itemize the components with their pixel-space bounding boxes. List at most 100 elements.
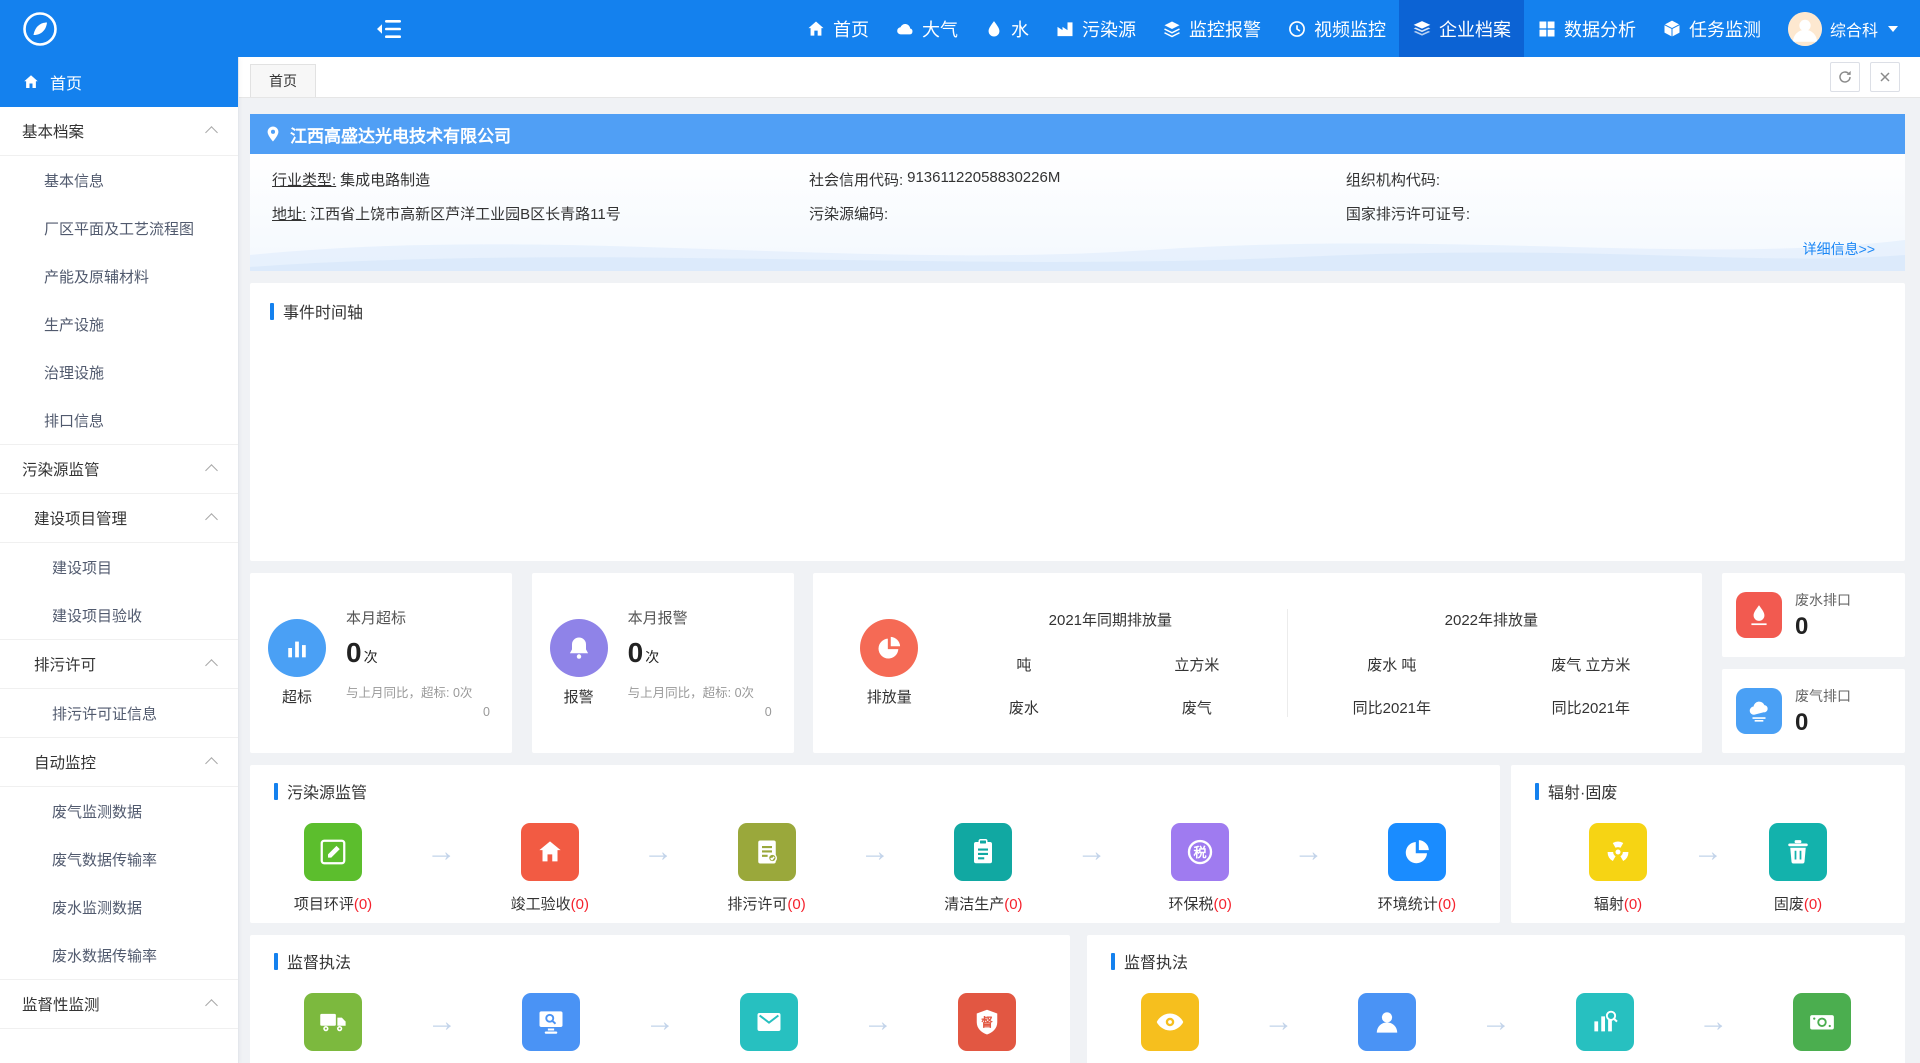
- sidebar-item-home[interactable]: 首页: [0, 57, 238, 107]
- flow-item-project-eia[interactable]: 项目环评(0): [290, 823, 376, 914]
- house-icon: [521, 823, 579, 881]
- sidebar-item-basic-info[interactable]: 基本信息: [0, 156, 238, 204]
- chevron-up-icon: [205, 659, 218, 672]
- enforcement-item-1[interactable]: [290, 993, 376, 1051]
- sidebar-group-basic-archives[interactable]: 基本档案: [0, 107, 238, 156]
- sidebar-group-construction-project-mgmt[interactable]: 建设项目管理: [0, 494, 238, 543]
- nav-item-pollution-source[interactable]: 污染源: [1042, 0, 1149, 57]
- truck-icon: [304, 993, 362, 1051]
- nav-item-data-analysis[interactable]: 数据分析: [1524, 0, 1649, 57]
- emission-2022-water: 废水 吨 同比2021年: [1292, 654, 1491, 718]
- sidebar-group-auto-monitoring[interactable]: 自动监控: [0, 737, 238, 787]
- sidebar-item-capacity-materials[interactable]: 产能及原辅材料: [0, 252, 238, 300]
- arrow-right-icon: →: [1430, 993, 1561, 1051]
- svg-text:督: 督: [981, 1015, 993, 1029]
- sidebar-item-gas-monitoring-data[interactable]: 废气监测数据: [0, 787, 238, 835]
- home-icon: [806, 19, 826, 39]
- flow-item-env-tax[interactable]: 税 环保税(0): [1157, 823, 1243, 914]
- sidebar-item-outlet-info[interactable]: 排口信息: [0, 396, 238, 444]
- enforcement-item-3[interactable]: [726, 993, 812, 1051]
- flow-item-solid-waste[interactable]: 固废(0): [1755, 823, 1841, 914]
- sidebar-item-production-facilities[interactable]: 生产设施: [0, 300, 238, 348]
- alarm-compare: 与上月同比，超标: 0次: [628, 682, 776, 701]
- flow-item-discharge-permit[interactable]: 排污许可(0): [724, 823, 810, 914]
- gas-outlet-icon: [1736, 688, 1782, 734]
- sidebar-group-discharge-permit[interactable]: 排污许可: [0, 639, 238, 689]
- field-credit-code: 社会信用代码: 91361122058830226M: [809, 169, 1346, 190]
- enforcement-item-4[interactable]: 督: [944, 993, 1030, 1051]
- wastewater-outlet-card: 废水排口 0: [1722, 573, 1905, 657]
- sidebar-group-pollution-supervision[interactable]: 污染源监管: [0, 444, 238, 494]
- sidebar-group-supervisory-monitoring[interactable]: 监督性监测: [0, 979, 238, 1029]
- archive-layers-icon: [1412, 19, 1432, 39]
- nav-item-air[interactable]: 大气: [882, 0, 971, 57]
- nav-item-video-monitor[interactable]: 视频监控: [1274, 0, 1399, 57]
- factory-icon: [1055, 19, 1075, 39]
- svg-text:税: 税: [1194, 844, 1207, 860]
- enforcement-item-7[interactable]: [1562, 993, 1648, 1051]
- tab-home[interactable]: 首页: [250, 64, 316, 97]
- refresh-button[interactable]: [1830, 62, 1860, 92]
- chevron-up-icon: [205, 126, 218, 139]
- nav-item-water[interactable]: 水: [971, 0, 1042, 57]
- sidebar-item-construction-acceptance[interactable]: 建设项目验收: [0, 591, 238, 639]
- pollution-flow-card: 污染源监管 项目环评(0) →: [250, 765, 1500, 923]
- enforcement-row: 监督执法 → →: [250, 935, 1905, 1063]
- arrow-right-icon: →: [1648, 993, 1779, 1051]
- radiation-icon: [1589, 823, 1647, 881]
- field-org-code: 组织机构代码:: [1346, 169, 1883, 190]
- sidebar-item-water-monitoring-data[interactable]: 废水监测数据: [0, 883, 238, 931]
- user-avatar: [1788, 12, 1822, 46]
- flow-item-completion-acceptance[interactable]: 竣工验收(0): [507, 823, 593, 914]
- enforcement-item-2[interactable]: [508, 993, 594, 1051]
- shield-badge-icon: 督: [958, 993, 1016, 1051]
- detail-info-link[interactable]: 详细信息>>: [272, 237, 1883, 265]
- clipboard-icon: [954, 823, 1012, 881]
- radiation-solid-waste-card: 辐射·固废 辐射(0) →: [1511, 765, 1905, 923]
- sidebar-collapse-icon[interactable]: [376, 18, 402, 40]
- field-permit-number: 国家排污许可证号:: [1346, 203, 1883, 224]
- nav-item-home[interactable]: 首页: [793, 0, 882, 57]
- overrun-title: 本月超标: [346, 607, 494, 628]
- arrow-right-icon: →: [1243, 823, 1374, 881]
- arrow-right-icon: →: [594, 993, 726, 1051]
- chevron-up-icon: [205, 757, 218, 770]
- sidebar-item-discharge-permit-info[interactable]: 排污许可证信息: [0, 689, 238, 737]
- chevron-down-icon: [1888, 26, 1898, 32]
- flow-item-clean-production[interactable]: 清洁生产(0): [940, 823, 1026, 914]
- overrun-compare: 与上月同比，超标: 0次: [346, 682, 494, 701]
- nav-item-monitor-alarm[interactable]: 监控报警: [1149, 0, 1274, 57]
- section-title-accent: [1111, 953, 1115, 970]
- sidebar-item-construction-project[interactable]: 建设项目: [0, 543, 238, 591]
- enforcement-item-6[interactable]: [1344, 993, 1430, 1051]
- user-name: 综合科: [1830, 17, 1878, 41]
- edit-icon: [304, 823, 362, 881]
- company-info-row-2: 地址: 江西省上饶市高新区芦洋工业园B区长青路11号 污染源编码: 国家排污许可…: [272, 203, 1883, 224]
- flow-item-env-statistics[interactable]: 环境统计(0): [1374, 823, 1460, 914]
- arrow-right-icon: →: [812, 993, 944, 1051]
- emission-2022-gas: 废气 立方米 同比2021年: [1491, 654, 1690, 718]
- emission-2021-gas: 立方米 废气: [1110, 654, 1283, 718]
- nav-item-enterprise-archive[interactable]: 企业档案: [1399, 0, 1524, 57]
- section-title-accent: [1535, 783, 1539, 800]
- sidebar-item-plant-layout[interactable]: 厂区平面及工艺流程图: [0, 204, 238, 252]
- company-banner: 江西高盛达光电技术有限公司: [250, 114, 1905, 154]
- close-button[interactable]: [1870, 62, 1900, 92]
- dashboard-content: 江西高盛达光电技术有限公司 行业类型: 集成电路制造 社会信用代码:: [238, 98, 1920, 1063]
- company-name: 江西高盛达光电技术有限公司: [290, 122, 511, 147]
- enforcement-item-5[interactable]: [1127, 993, 1213, 1051]
- stats-row: 超标 本月超标 0次 与上月同比，超标: 0次 0: [250, 573, 1905, 753]
- sidebar-item-water-transmission-rate[interactable]: 废水数据传输率: [0, 931, 238, 979]
- sidebar-item-treatment-facilities[interactable]: 治理设施: [0, 348, 238, 396]
- user-menu[interactable]: 综合科: [1774, 0, 1920, 57]
- company-info-row-1: 行业类型: 集成电路制造 社会信用代码: 91361122058830226M …: [272, 169, 1883, 190]
- flow-item-radiation[interactable]: 辐射(0): [1575, 823, 1661, 914]
- cloud-icon: [895, 19, 915, 39]
- chart-search-icon: [1576, 993, 1634, 1051]
- sidebar-item-gas-transmission-rate[interactable]: 废气数据传输率: [0, 835, 238, 883]
- enforcement-item-8[interactable]: [1779, 993, 1865, 1051]
- person-icon: [1358, 993, 1416, 1051]
- mail-icon: [740, 993, 798, 1051]
- alarm-title: 本月报警: [628, 607, 776, 628]
- nav-item-task-monitor[interactable]: 任务监测: [1649, 0, 1774, 57]
